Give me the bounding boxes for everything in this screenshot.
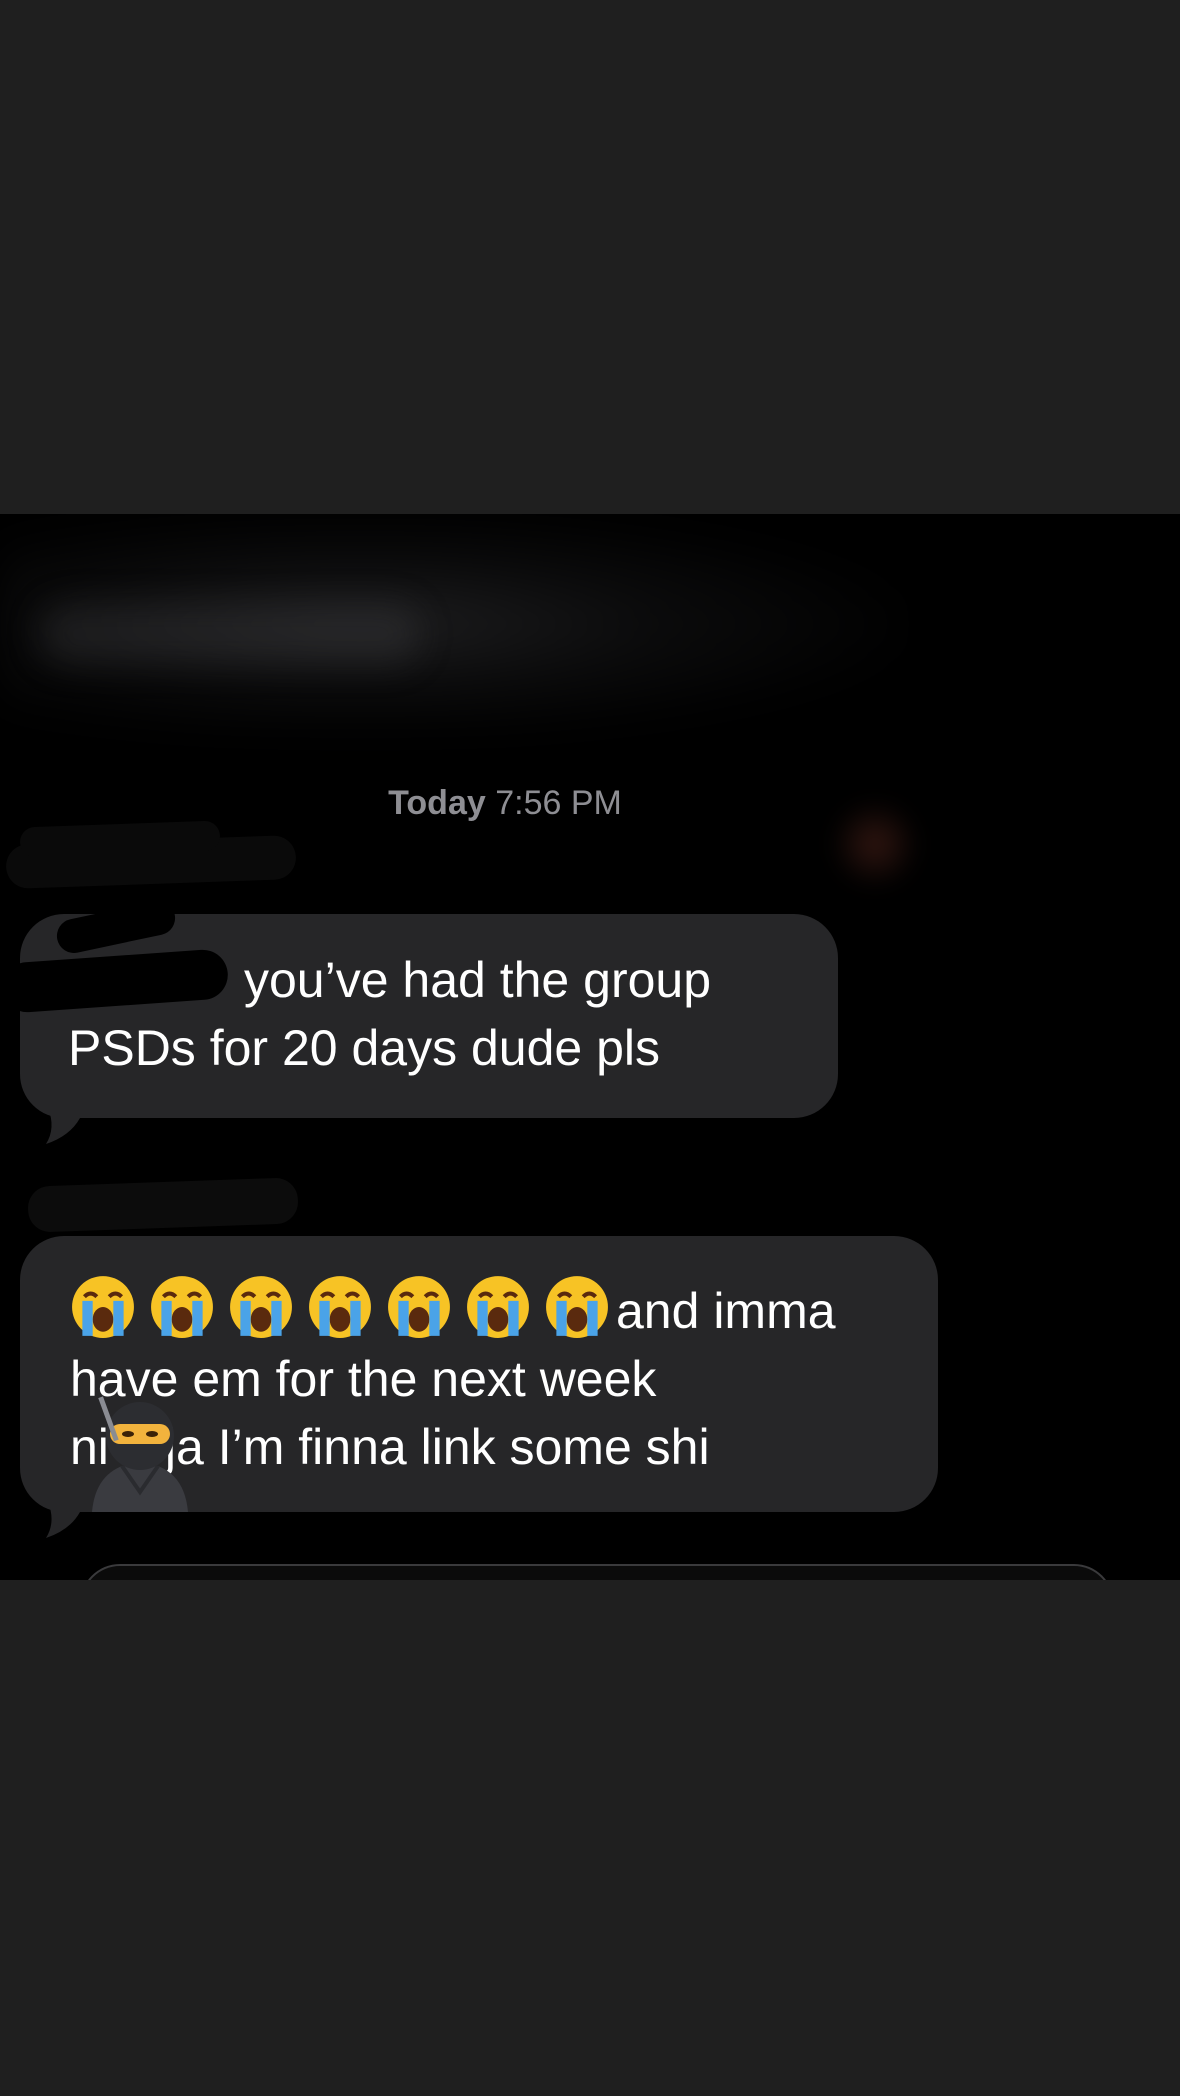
blurred-header-title [40,604,420,664]
message-thread[interactable]: Today 7:56 PM you’ve had the group PSDs … [0,514,1180,1580]
message-text-line: and imma [70,1274,938,1345]
bubble-tail [46,1502,80,1538]
message-bubble[interactable]: you’ve had the group PSDs for 20 days du… [20,914,838,1118]
page: Today 7:56 PM you’ve had the group PSDs … [0,0,1180,2096]
timestamp-time: 7:56 PM [495,784,622,822]
loudly-crying-face-icon [72,1276,134,1338]
compose-field[interactable] [80,1564,1114,1580]
top-letterbox [0,0,1180,514]
loudly-crying-face-icon [388,1276,450,1338]
ninja-icon [92,1396,188,1512]
loudly-crying-face-icon [151,1276,213,1338]
loudly-crying-face-icon [546,1276,608,1338]
bubble-tail [46,1108,80,1144]
message-text-line: ni ja I’m finna link some shi [70,1413,938,1481]
message-text-line: PSDs for 20 days dude pls [68,1020,660,1076]
message-text-line: have em for the next week [70,1351,657,1407]
message-text-fragment: ja I’m finna link some shi [164,1419,710,1475]
sender-name-redacted [27,1177,299,1233]
thread-timestamp: Today 7:56 PM [0,783,1010,823]
loudly-crying-face-icon [309,1276,371,1338]
timestamp-day: Today [388,784,486,822]
loudly-crying-face-icon [467,1276,529,1338]
bottom-letterbox [0,1580,1180,2096]
message-text-fragment: and imma [616,1283,836,1339]
loudly-crying-face-icon [230,1276,292,1338]
